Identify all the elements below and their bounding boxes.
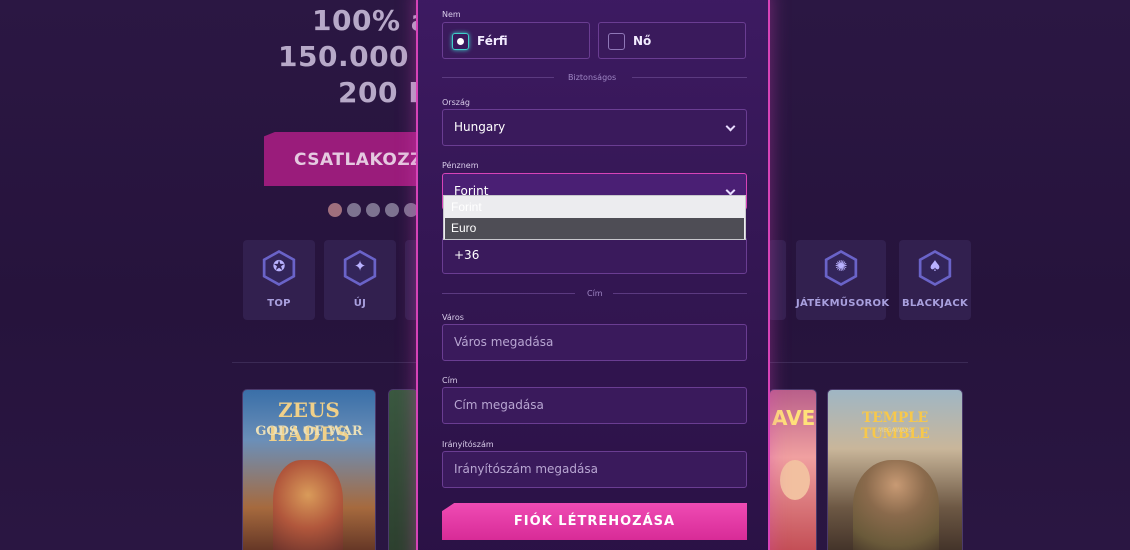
category-game-shows[interactable]: ✺ JÁTÉKMŰSOROK [796, 240, 890, 320]
radio-checked-icon[interactable] [452, 33, 469, 50]
game-card-temple-tumble[interactable]: TEMPLE TUMBLE MEGAWAYS [827, 389, 963, 550]
game-title: AVE [772, 406, 816, 430]
currency-label: Pénznem [442, 161, 479, 170]
category-label: TOP [267, 298, 291, 309]
category-new[interactable]: ✦ ÚJ [324, 240, 396, 320]
address-label: Cím [442, 376, 458, 385]
section-security-label: Biztonságos [568, 73, 617, 82]
spade-glyph: ♠ [928, 257, 942, 275]
section-address-label: Cím [587, 289, 603, 298]
currency-dropdown-list: Forint Euro [443, 195, 746, 240]
tether-icon [385, 203, 399, 217]
category-label: ÚJ [353, 298, 367, 309]
game-artwork [853, 460, 939, 550]
city-input[interactable]: Város megadása [442, 324, 747, 361]
address-placeholder: Cím megadása [454, 398, 544, 412]
divider [632, 77, 747, 78]
visa-icon [347, 203, 361, 217]
gender-option-label: Nő [633, 34, 652, 48]
phone-prefix: +36 [454, 248, 480, 262]
game-card[interactable] [388, 389, 418, 550]
gender-option-male[interactable]: Férfi [442, 22, 590, 59]
zip-placeholder: Irányítószám megadása [454, 462, 598, 476]
phone-input[interactable]: +36 [442, 237, 747, 274]
payment-methods [328, 203, 418, 217]
city-label: Város [442, 313, 464, 322]
currency-option-euro[interactable]: Euro [445, 218, 744, 239]
gender-option-label: Férfi [477, 34, 508, 48]
game-card[interactable]: AVE [769, 389, 817, 550]
radio-unchecked-icon[interactable] [608, 33, 625, 50]
game-subtitle: MEGAWAYS [877, 427, 913, 434]
city-placeholder: Város megadása [454, 335, 554, 349]
category-label: JÁTÉKMŰSOROK [796, 298, 890, 309]
payment-icon [366, 203, 380, 217]
category-partial[interactable] [768, 240, 786, 320]
game-card-zeus-hades[interactable]: ZEUS HADES GODS OF WAR [242, 389, 376, 550]
game-subtitle: GODS OF WAR [255, 424, 363, 439]
category-blackjack[interactable]: ♠ BLACKJACK [899, 240, 971, 320]
chevron-down-icon [725, 185, 736, 196]
country-value: Hungary [454, 120, 506, 134]
currency-option-forint[interactable]: Forint [445, 197, 744, 218]
award-glyph: ✪ [272, 257, 286, 275]
game-artwork [273, 460, 343, 550]
divider [442, 77, 554, 78]
game-title: TEMPLE TUMBLE [860, 410, 930, 442]
country-label: Ország [442, 98, 470, 107]
mastercard-icon [328, 203, 342, 217]
address-input[interactable]: Cím megadása [442, 387, 747, 424]
game-artwork [780, 460, 810, 500]
gender-label: Nem [442, 10, 461, 19]
country-select[interactable]: Hungary [442, 109, 747, 146]
wheel-glyph: ✺ [834, 257, 848, 275]
sparkle-glyph: ✦ [353, 257, 367, 275]
gender-option-female[interactable]: Nő [598, 22, 746, 59]
category-label: BLACKJACK [901, 298, 969, 309]
divider [442, 293, 575, 294]
zip-input[interactable]: Irányítószám megadása [442, 451, 747, 488]
chevron-down-icon [725, 121, 736, 132]
category-top[interactable]: ✪ TOP [243, 240, 315, 320]
divider [613, 293, 747, 294]
zip-label: Irányítószám [442, 440, 494, 449]
create-account-button[interactable]: FIÓK LÉTREHOZÁSA [442, 503, 747, 540]
